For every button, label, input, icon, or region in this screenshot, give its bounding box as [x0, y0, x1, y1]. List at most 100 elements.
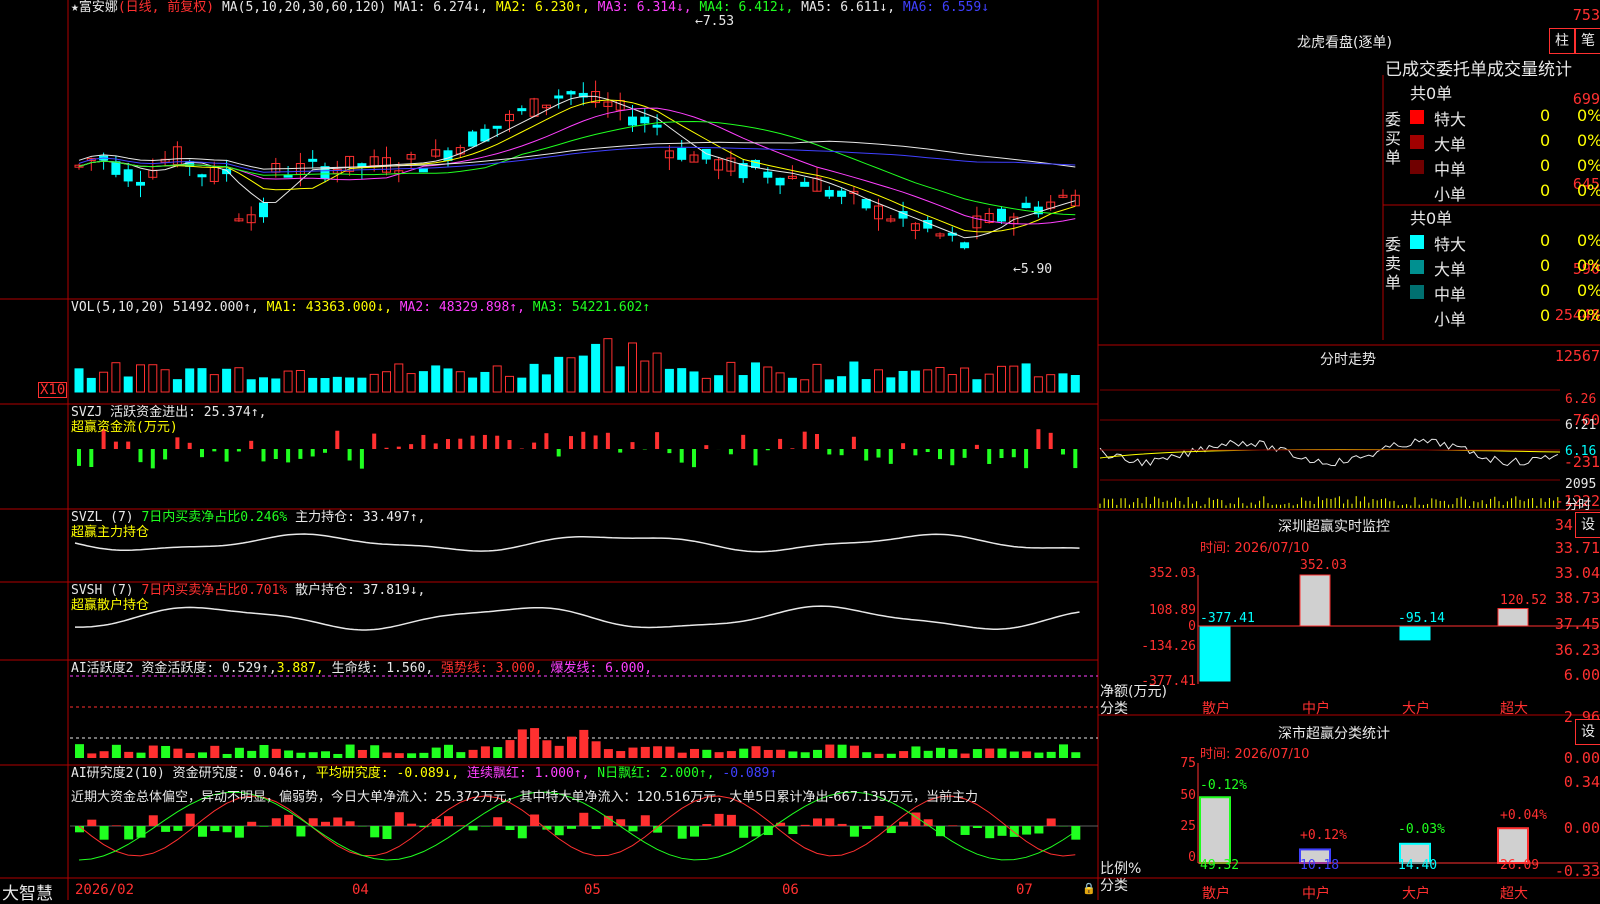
- research-bar: [395, 812, 404, 826]
- research-bar: [1047, 818, 1056, 826]
- row-pct: 0%: [1577, 181, 1600, 200]
- candle-body: [493, 126, 501, 128]
- volume-bar: [1071, 376, 1079, 392]
- row-pct: 0%: [1577, 306, 1600, 325]
- volume-bar: [801, 380, 809, 392]
- activity-bar: [272, 749, 281, 758]
- volume-bar: [444, 369, 452, 392]
- research-bar: [370, 826, 379, 837]
- activity-bar: [432, 748, 441, 758]
- research-bar: [801, 825, 810, 826]
- research-bar: [161, 826, 170, 832]
- flow-bar: [631, 442, 635, 449]
- research-bar: [973, 826, 982, 828]
- activity-bar: [137, 753, 146, 758]
- lock-icon[interactable]: 🔒: [1082, 882, 1096, 895]
- flow-bar: [1000, 449, 1004, 458]
- flow-bar: [286, 449, 290, 462]
- volume-bar: [235, 368, 243, 392]
- volume-bar: [788, 378, 796, 392]
- buy-side-label: 委买单: [1384, 110, 1402, 167]
- row-count: 0: [1540, 156, 1550, 175]
- flow-bar: [372, 434, 376, 449]
- classify-value: 14.40: [1398, 858, 1437, 873]
- ma6-value: MA6: 6.559↓: [903, 0, 989, 15]
- flow-bar: [840, 449, 844, 455]
- flow-bar: [151, 449, 155, 468]
- color-swatch: [1410, 160, 1424, 174]
- volume-bar: [973, 380, 981, 392]
- candle-body: [481, 129, 489, 141]
- ai-res-tick: 0.00: [1536, 821, 1600, 836]
- activity-bar: [149, 746, 158, 758]
- activity-bar: [186, 753, 195, 758]
- volume-bar: [899, 371, 907, 392]
- tick-mode-button[interactable]: 笔: [1575, 28, 1600, 54]
- flow-bar: [877, 449, 881, 458]
- svsh-value: 散户持仓: 37.819↓,: [295, 583, 425, 598]
- activity-bar: [407, 753, 416, 758]
- ai-act-value: 资金活跃度: 0.529↑,: [141, 661, 276, 676]
- volume-bar: [296, 370, 304, 392]
- row-pct: 0%: [1577, 281, 1600, 300]
- volume-bar: [383, 372, 391, 392]
- color-swatch: [1410, 235, 1424, 249]
- classify-settings-button[interactable]: 设: [1575, 719, 1600, 745]
- volume-bar: [715, 376, 723, 392]
- svsh-tick: 36.23: [1536, 643, 1600, 658]
- activity-bar: [321, 751, 330, 758]
- activity-bar: [961, 754, 970, 758]
- activity-bar: [542, 740, 551, 758]
- monitor-cat: 中户: [1302, 698, 1330, 718]
- ai-comment: 近期大资金总体偏空，异动不明显，偏弱势，今日大单净流入：25.372万元，其中特…: [71, 786, 1096, 805]
- ma-line: [79, 108, 1075, 224]
- candle-body: [838, 191, 846, 196]
- flow-bar: [803, 432, 807, 449]
- volume-bar: [739, 376, 747, 392]
- volume-bar: [112, 363, 120, 392]
- ai-strong-line: 强势线: 3.000,: [441, 661, 543, 676]
- research-bar: [961, 826, 970, 835]
- research-bar: [813, 818, 822, 826]
- monitor-tick: 352.03: [1136, 566, 1196, 581]
- research-bar: [788, 826, 797, 834]
- svsh-ratio: 7日内买卖净占比0.701%: [141, 583, 287, 598]
- research-bar: [875, 816, 884, 826]
- flow-bar: [544, 433, 548, 449]
- color-swatch: [1410, 110, 1424, 124]
- candle-body: [124, 170, 132, 181]
- activity-bar: [1010, 752, 1019, 758]
- research-bar: [1022, 826, 1031, 835]
- bar-mode-button[interactable]: 柱: [1549, 28, 1575, 54]
- monitor-settings-button[interactable]: 设: [1575, 512, 1600, 538]
- research-bar: [247, 822, 256, 826]
- classify-change: +0.04%: [1500, 808, 1547, 823]
- activity-bar: [875, 754, 884, 758]
- volume-bar: [272, 379, 280, 392]
- intraday-tick: 6.21: [1565, 418, 1596, 433]
- research-bar: [739, 826, 748, 838]
- activity-bar: [702, 750, 711, 758]
- research-bar: [493, 817, 502, 826]
- price-tick: 753: [1536, 8, 1600, 23]
- classify-title: 深市超赢分类统计: [1278, 723, 1390, 743]
- ma-line: [79, 141, 1075, 169]
- stock-name[interactable]: ★富安娜: [71, 0, 118, 15]
- activity-bar: [887, 754, 896, 758]
- ma3-value: MA3: 6.314↓,: [598, 0, 692, 15]
- holding-line: [75, 534, 1080, 552]
- flow-bar: [889, 449, 893, 464]
- activity-bar: [296, 753, 305, 758]
- brand-logo: 大智慧: [2, 879, 53, 904]
- monitor-cat: 超大: [1500, 698, 1528, 718]
- research-bar: [87, 820, 96, 826]
- volume-bar: [321, 379, 329, 392]
- flow-bar: [139, 449, 143, 462]
- research-bar: [604, 816, 613, 826]
- volume-header: VOL(5,10,20) 51492.000↑, MA1: 43363.000↓…: [71, 300, 650, 315]
- research-bar: [825, 818, 834, 826]
- classify-time: 时间: 2026/07/10: [1200, 743, 1309, 762]
- flow-bar: [852, 437, 856, 449]
- volume-bar: [567, 358, 575, 392]
- candle-body: [567, 92, 575, 94]
